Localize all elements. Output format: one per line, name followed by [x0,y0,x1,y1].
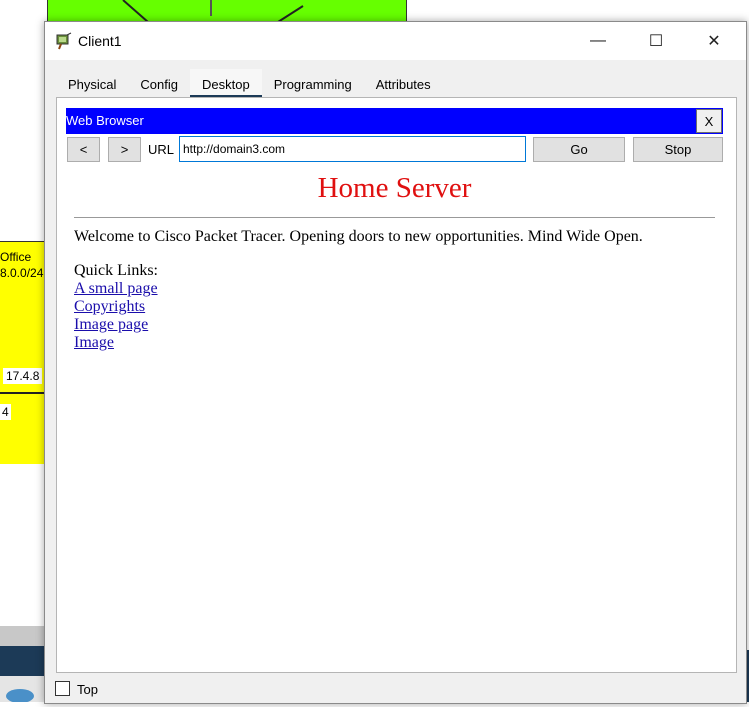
close-button[interactable]: ✕ [685,22,743,60]
minimize-icon: — [590,32,606,49]
desktop-panel: Web Browser X < > URL Go Stop Home Serve… [56,97,737,673]
url-label: URL [148,142,175,157]
minimize-button[interactable]: — [569,22,627,60]
forward-button[interactable]: > [108,137,141,162]
workspace-bottom-bar [0,626,46,646]
link-image[interactable]: Image [74,334,158,352]
back-button[interactable]: < [67,137,100,162]
workspace-subnet-label: 8.0.0/24 [0,266,44,280]
stop-button[interactable]: Stop [633,137,723,162]
tab-config[interactable]: Config [128,69,190,97]
window-titlebar[interactable]: Client1 — ☐ ✕ [45,22,746,60]
tab-programming[interactable]: Programming [261,69,364,97]
tab-desktop[interactable]: Desktop [190,69,262,98]
web-browser-title: Web Browser [66,113,144,128]
url-input[interactable] [179,136,526,162]
link-copyrights[interactable]: Copyrights [74,298,158,316]
quick-links-label: Quick Links: [74,262,158,279]
tab-bar: Physical Config Desktop Programming Attr… [56,69,443,98]
client-pc-icon [56,32,72,50]
close-icon: ✕ [707,33,721,50]
quick-links-list: A small page Copyrights Image page Image [74,280,158,352]
maximize-icon: ☐ [648,33,664,50]
web-browser-titlebar: Web Browser X [66,108,723,134]
link-small-page[interactable]: A small page [74,280,158,298]
page-welcome-text: Welcome to Cisco Packet Tracer. Opening … [74,228,643,245]
go-button[interactable]: Go [533,137,625,162]
link-image-page[interactable]: Image page [74,316,158,334]
cloud-icon[interactable] [0,676,46,703]
workspace-device-tray [0,676,46,703]
workspace-bottom-toolbar [0,646,46,676]
web-browser-close-button[interactable]: X [696,109,722,133]
workspace-office-label: Office [0,250,32,264]
page-horizontal-rule [74,217,715,218]
workspace-divider [0,392,46,394]
window-title: Client1 [78,33,122,49]
tab-physical[interactable]: Physical [56,69,129,97]
web-page-viewport: Home Server Welcome to Cisco Packet Trac… [66,165,723,662]
maximize-button[interactable]: ☐ [627,22,685,60]
workspace-ip-label: 17.4.8 [3,368,43,384]
workspace-small-label: 4 [0,404,11,420]
workspace-network-area-green [47,0,407,23]
tab-attributes[interactable]: Attributes [363,69,443,97]
top-checkbox[interactable] [55,681,70,696]
workspace-link-lines [122,0,304,23]
page-heading: Home Server [317,172,472,204]
top-checkbox-label: Top [77,682,98,697]
client-window: Client1 — ☐ ✕ Physical Config Desktop Pr… [44,21,747,704]
